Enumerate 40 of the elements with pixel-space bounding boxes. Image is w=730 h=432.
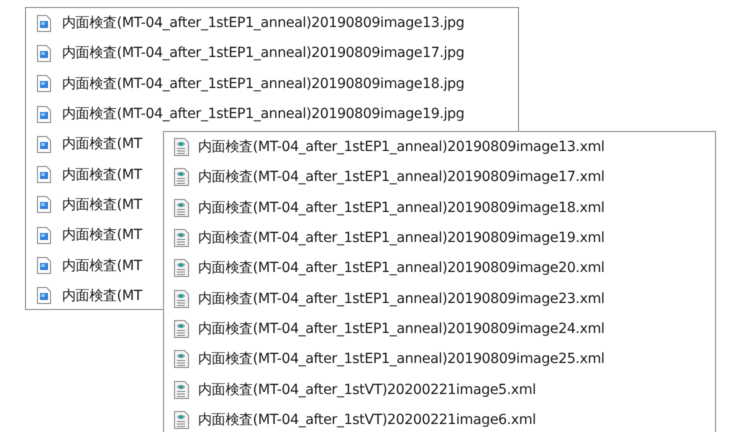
file-name[interactable]: 内面検査(MT <box>62 135 142 154</box>
image-file-icon <box>37 14 51 32</box>
xml-file-icon <box>174 290 189 308</box>
file-name[interactable]: 内面検査(MT <box>62 256 142 275</box>
file-name[interactable]: 内面検査(MT-04_after_1stEP1_anneal)20190809image18.jpg <box>62 74 464 93</box>
file-name[interactable]: 内面検査(MT-04_after_1stEP1_anneal)20190809image25.xml <box>198 350 604 368</box>
image-file-icon <box>37 166 51 184</box>
file-name[interactable]: 内面検査(MT-04_after_1stEP1_anneal)20190809image20.xml <box>198 259 604 278</box>
image-file-icon <box>37 226 51 244</box>
file-name[interactable]: 内面検査(MT <box>62 166 142 184</box>
xml-file-icon <box>174 380 189 399</box>
image-file-icon <box>37 75 51 92</box>
image-file-icon <box>37 196 51 214</box>
xml-file-icon <box>174 198 189 217</box>
image-file-icon <box>37 136 51 153</box>
file-name[interactable]: 内面検査(MT-04_after_1stEP1_anneal)20190809image17.jpg <box>62 44 464 62</box>
file-name[interactable]: 内面検査(MT-04_after_1stEP1_anneal)20190809image13.jpg <box>62 14 464 32</box>
file-name[interactable]: 内面検査(MT <box>62 196 142 214</box>
file-name[interactable]: 内面検査(MT <box>62 226 142 244</box>
file-name[interactable]: 内面検査(MT <box>62 286 142 305</box>
xml-file-icon <box>174 320 189 338</box>
xml-file-icon <box>174 138 189 156</box>
image-file-icon <box>37 106 51 123</box>
file-name[interactable]: 内面検査(MT-04_after_1stEP1_anneal)20190809image19.jpg <box>62 105 464 124</box>
image-file-icon <box>37 287 51 304</box>
file-name[interactable]: 内面検査(MT-04_after_1stEP1_anneal)20190809image17.xml <box>198 168 604 186</box>
xml-file-icon <box>174 410 189 429</box>
file-name[interactable]: 内面検査(MT-04_after_1stEP1_anneal)20190809image23.xml <box>198 290 604 308</box>
file-name[interactable]: 内面検査(MT-04_after_1stEP1_anneal)20190809image24.xml <box>198 320 604 338</box>
file-name[interactable]: 内面検査(MT-04_after_1stEP1_anneal)20190809image18.xml <box>198 198 604 217</box>
xml-file-icon <box>174 259 189 278</box>
file-name[interactable]: 内面検査(MT-04_after_1stVT)20200221image5.xml <box>198 380 536 399</box>
xml-file-icon <box>174 229 189 248</box>
image-file-icon <box>37 44 51 62</box>
xml-file-icon <box>174 168 189 186</box>
file-name[interactable]: 内面検査(MT-04_after_1stVT)20200221image6.xml <box>198 410 536 429</box>
file-name[interactable]: 内面検査(MT-04_after_1stEP1_anneal)20190809image19.xml <box>198 229 604 248</box>
image-file-icon <box>37 257 51 274</box>
file-name[interactable]: 内面検査(MT-04_after_1stEP1_anneal)20190809image13.xml <box>198 138 604 156</box>
xml-file-icon <box>174 350 189 368</box>
